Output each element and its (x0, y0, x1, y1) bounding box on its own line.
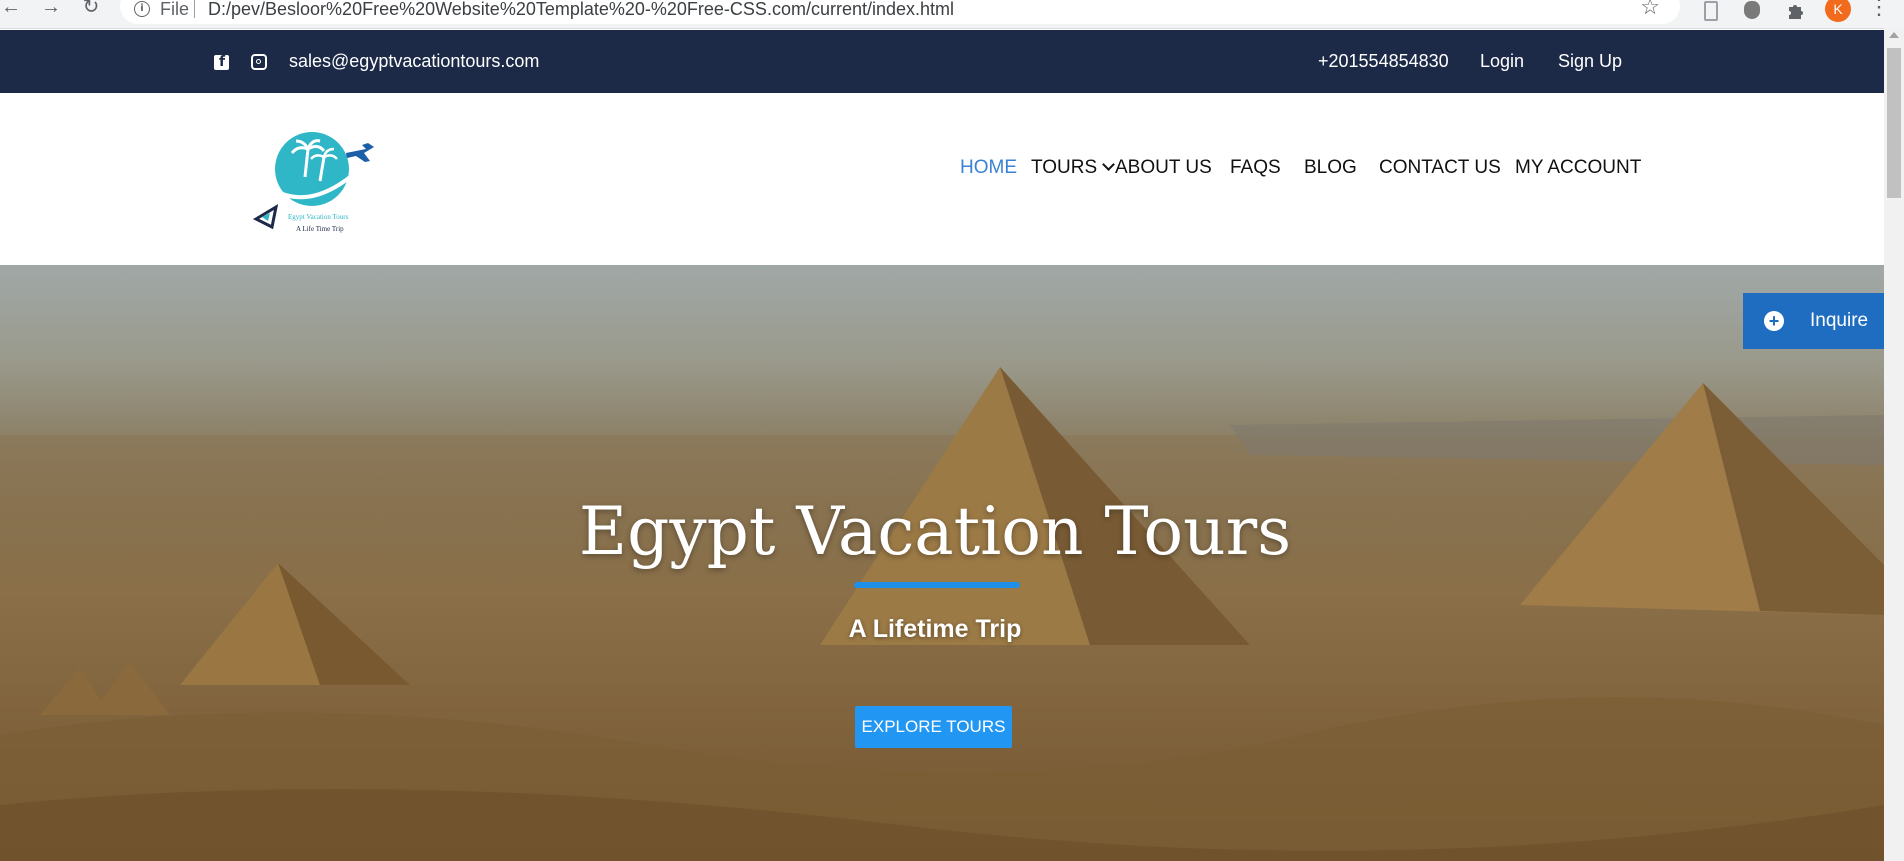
bookmark-star-icon[interactable]: ☆ (1640, 0, 1660, 20)
nav-account[interactable]: MY ACCOUNT (1515, 157, 1641, 179)
nav-faqs[interactable]: FAQS (1230, 157, 1281, 179)
extensions-puzzle-icon[interactable] (1786, 1, 1804, 19)
scroll-thumb[interactable] (1887, 48, 1901, 198)
hero-divider (854, 582, 1020, 588)
nav-home[interactable]: HOME (960, 157, 1017, 179)
profile-avatar[interactable]: K (1825, 0, 1851, 22)
nav-blog[interactable]: BLOG (1304, 157, 1357, 179)
browser-toolbar: ← → ↻ i File D:/pev/Besloor%20Free%20Web… (0, 0, 1904, 29)
inquire-button[interactable]: + Inquire (1743, 293, 1884, 349)
reload-icon[interactable]: ↻ (80, 0, 102, 18)
nav-tours[interactable]: TOURS (1031, 157, 1116, 179)
hero-banner: Egypt Vacation Tours A Lifetime Trip EXP… (0, 265, 1884, 861)
signup-link[interactable]: Sign Up (1558, 51, 1622, 72)
hero-title: Egypt Vacation Tours (578, 493, 1292, 570)
login-link[interactable]: Login (1480, 51, 1524, 72)
browser-menu-icon[interactable]: ⋮ (1868, 0, 1890, 18)
scroll-up-arrow-icon[interactable] (1889, 32, 1899, 38)
hero-subtitle: A Lifetime Trip (848, 615, 1022, 643)
file-label: File (160, 0, 190, 19)
back-icon[interactable]: ← (0, 0, 22, 18)
page-extension-icon[interactable] (1704, 1, 1718, 21)
nav-contact[interactable]: CONTACT US (1379, 157, 1501, 179)
url-separator (194, 0, 195, 18)
explore-tours-button[interactable]: EXPLORE TOURS (855, 706, 1012, 748)
url-text[interactable]: D:/pev/Besloor%20Free%20Website%20Templa… (208, 0, 954, 20)
chevron-down-icon (1102, 158, 1116, 171)
inquire-label: Inquire (1810, 310, 1869, 331)
logo-tagline: A Life Time Trip (296, 225, 344, 233)
info-icon[interactable]: i (134, 1, 150, 17)
address-bar[interactable]: i File D:/pev/Besloor%20Free%20Website%2… (120, 0, 1680, 24)
top-info-bar: f sales@egyptvacationtours.com +20155485… (0, 30, 1884, 93)
instagram-icon[interactable] (251, 54, 267, 70)
shield-extension-icon[interactable] (1744, 1, 1760, 19)
facebook-icon[interactable]: f (214, 54, 229, 70)
contact-email[interactable]: sales@egyptvacationtours.com (289, 51, 539, 72)
forward-icon[interactable]: → (40, 0, 62, 18)
logo-brand-text: Egypt Vacation Tours (288, 213, 349, 221)
nav-about[interactable]: ABOUT US (1115, 157, 1212, 179)
page-scrollbar[interactable] (1884, 28, 1904, 861)
nav-tours-label: TOURS (1031, 157, 1098, 178)
contact-phone[interactable]: +201554854830 (1318, 51, 1449, 72)
plus-circle-icon: + (1764, 311, 1784, 331)
